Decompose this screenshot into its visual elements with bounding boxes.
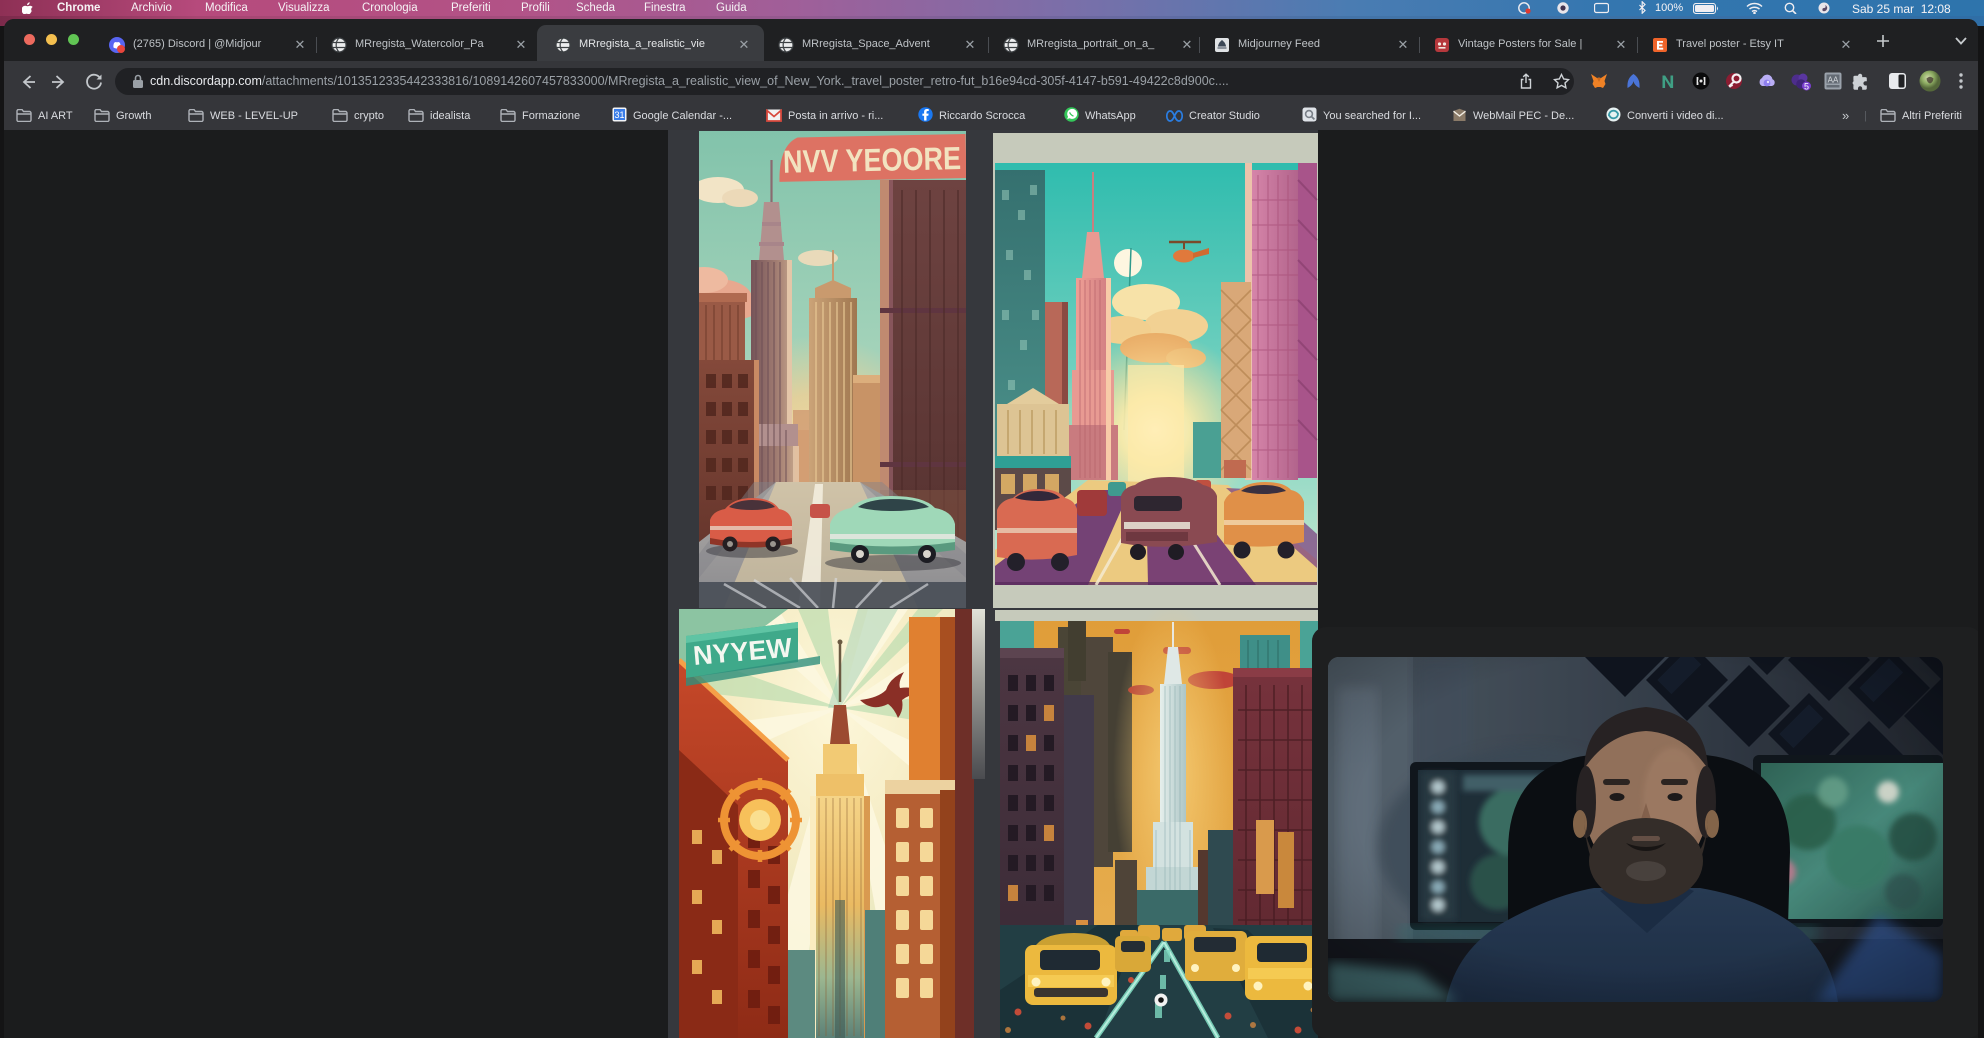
svg-text:5: 5 (1804, 82, 1809, 92)
svg-text:31: 31 (614, 110, 624, 120)
svg-text:NVV YEOORE: NVV YEOORE (783, 140, 962, 180)
svg-text:AA: AA (1828, 76, 1839, 85)
